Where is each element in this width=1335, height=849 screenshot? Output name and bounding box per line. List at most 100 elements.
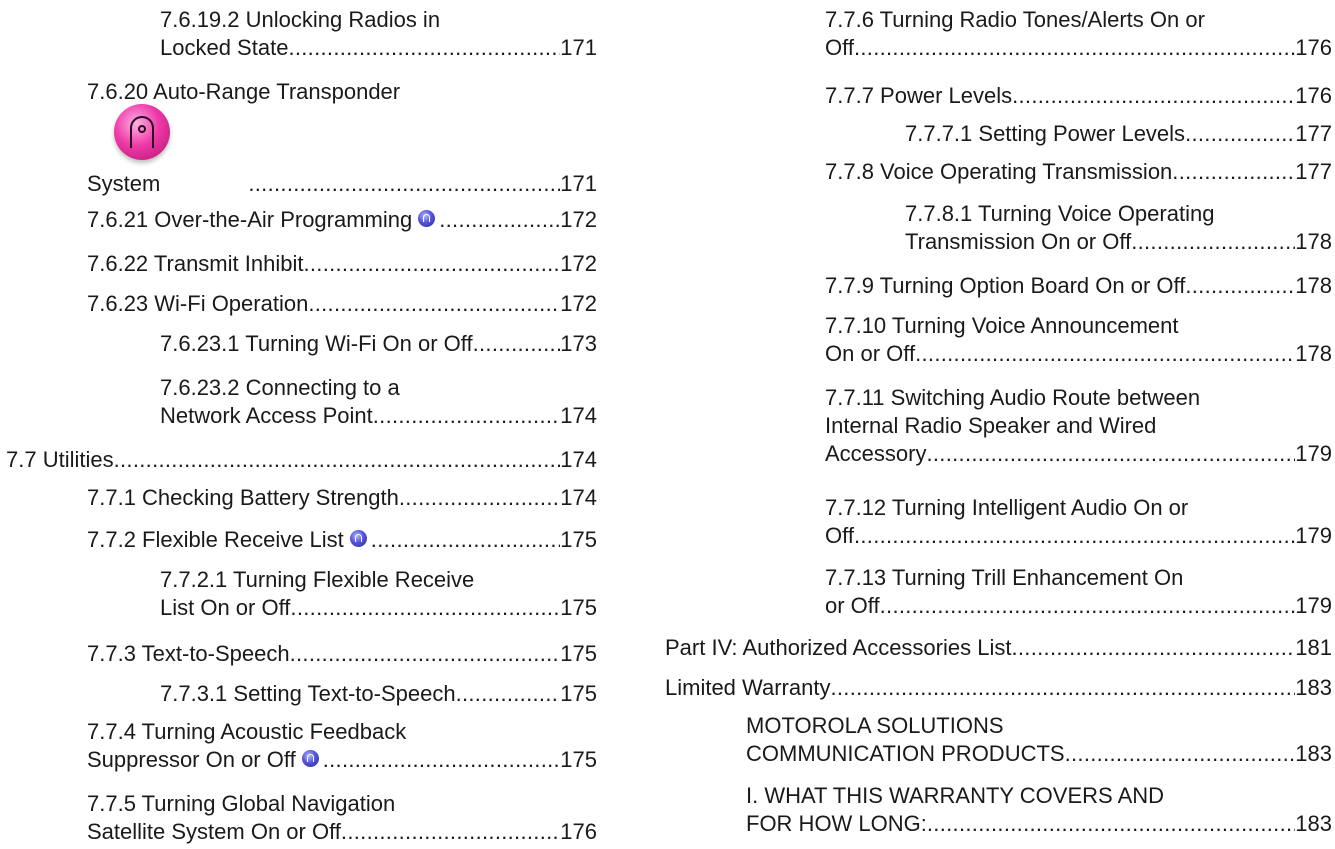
toc-entry-title: Part IV: Authorized Accessories List bbox=[665, 635, 1012, 660]
toc-entry[interactable]: I. WHAT THIS WARRANTY COVERS AND FOR HOW … bbox=[746, 782, 1332, 838]
toc-page-number[interactable]: 178 bbox=[1295, 272, 1332, 300]
toc-page-number[interactable]: 174 bbox=[560, 484, 597, 512]
toc-page-number[interactable]: 183 bbox=[1295, 740, 1332, 768]
toc-entry[interactable]: 7.7 Utilities 174 bbox=[6, 446, 597, 474]
toc-entry[interactable]: 7.7.7.1 Setting Power Levels 177 bbox=[905, 120, 1332, 148]
toc-page-number[interactable]: 175 bbox=[560, 526, 597, 554]
toc-leader-dots bbox=[248, 170, 560, 198]
toc-entry[interactable]: 7.7.10 Turning Voice Announcement On or O… bbox=[825, 312, 1332, 368]
toc-entry-last-line: Limited Warranty 183 bbox=[665, 674, 1332, 702]
toc-page-number[interactable]: 176 bbox=[560, 818, 597, 846]
toc-entry-title-line: 7.7.13 Turning Trill Enhancement On bbox=[825, 565, 1184, 590]
motorola-pink-feature-icon bbox=[114, 104, 170, 160]
toc-entry-title-line: I. WHAT THIS WARRANTY COVERS AND bbox=[746, 783, 1165, 808]
toc-leader-dots bbox=[290, 594, 560, 622]
toc-entry[interactable]: 7.7.11 Switching Audio Route between Inte… bbox=[825, 384, 1332, 468]
toc-page-number[interactable]: 179 bbox=[1295, 592, 1332, 620]
toc-leader-dots bbox=[926, 440, 1295, 468]
toc-leader-dots bbox=[927, 810, 1295, 838]
toc-page-number[interactable]: 172 bbox=[560, 206, 597, 234]
toc-entry-last-line: Part IV: Authorized Accessories List 181 bbox=[665, 634, 1332, 662]
motorola-blue-feature-icon bbox=[418, 210, 436, 227]
toc-page-number[interactable]: 177 bbox=[1295, 120, 1332, 148]
toc-leader-dots bbox=[1185, 120, 1295, 148]
toc-page-number[interactable]: 172 bbox=[560, 250, 597, 278]
toc-leader-dots bbox=[1011, 634, 1295, 662]
toc-entry[interactable]: Part IV: Authorized Accessories List 181 bbox=[665, 634, 1332, 662]
toc-page-number[interactable]: 178 bbox=[1295, 340, 1332, 368]
toc-page-number[interactable]: 176 bbox=[1295, 34, 1332, 62]
toc-entry-title-line: 7.6.23.2 Connecting to a bbox=[160, 375, 400, 400]
toc-entry[interactable]: 7.7.5 Turning Global Navigation Satellite… bbox=[87, 790, 597, 846]
toc-page-number[interactable]: 179 bbox=[1295, 522, 1332, 550]
toc-entry-last-line: 7.6.23 Wi-Fi Operation 172 bbox=[87, 290, 597, 318]
toc-entry[interactable]: 7.6.23.1 Turning Wi-Fi On or Off 173 bbox=[160, 330, 597, 358]
toc-page-number[interactable]: 177 bbox=[1295, 158, 1332, 186]
toc-entry-title: 7.7.9 Turning Option Board On or Off bbox=[825, 273, 1186, 298]
toc-page-number[interactable]: 181 bbox=[1295, 634, 1332, 662]
toc-entry[interactable]: 7.6.23.2 Connecting to a Network Access P… bbox=[160, 374, 597, 430]
toc-entry[interactable]: 7.6.21 Over-the-Air Programming 172 bbox=[87, 206, 597, 234]
toc-entry[interactable]: 7.7.8 Voice Operating Transmission 177 bbox=[825, 158, 1332, 186]
toc-entry[interactable]: 7.7.8.1 Turning Voice Operating Transmiss… bbox=[905, 200, 1332, 256]
toc-entry[interactable]: 7.7.2.1 Turning Flexible Receive List On … bbox=[160, 566, 597, 622]
toc-entry-last-line: Satellite System On or Off 176 bbox=[87, 818, 597, 846]
toc-page-number[interactable]: 183 bbox=[1295, 810, 1332, 838]
toc-entry[interactable]: 7.7.3.1 Setting Text-to-Speech 175 bbox=[160, 680, 597, 708]
toc-entry-last-line: 7.7.7.1 Setting Power Levels 177 bbox=[905, 120, 1332, 148]
toc-entry-last-line: On or Off 178 bbox=[825, 340, 1332, 368]
toc-page-number[interactable]: 179 bbox=[1295, 440, 1332, 468]
toc-entry[interactable]: 7.6.22 Transmit Inhibit 172 bbox=[87, 250, 597, 278]
toc-entry[interactable]: 7.7.13 Turning Trill Enhancement On or Of… bbox=[825, 564, 1332, 620]
toc-entry[interactable]: 7.7.9 Turning Option Board On or Off 178 bbox=[825, 272, 1332, 300]
toc-entry[interactable]: 7.7.12 Turning Intelligent Audio On or Of… bbox=[825, 494, 1332, 550]
toc-entry-title: On or Off bbox=[825, 341, 916, 366]
toc-page-number[interactable]: 174 bbox=[560, 446, 597, 474]
toc-entry-last-line: 7.6.21 Over-the-Air Programming 172 bbox=[87, 206, 597, 234]
toc-leader-dots bbox=[341, 818, 560, 846]
toc-page-number[interactable]: 173 bbox=[560, 330, 597, 358]
toc-leader-dots bbox=[303, 250, 560, 278]
toc-leader-dots bbox=[830, 674, 1295, 702]
toc-entry-title: 7.7.3 Text-to-Speech bbox=[87, 641, 290, 666]
toc-page-number[interactable]: 172 bbox=[560, 290, 597, 318]
toc-entry-title: Accessory bbox=[825, 441, 927, 466]
toc-page-number[interactable]: 183 bbox=[1295, 674, 1332, 702]
toc-page-number[interactable]: 175 bbox=[560, 594, 597, 622]
toc-entry-last-line: Transmission On or Off 178 bbox=[905, 228, 1332, 256]
toc-page-number[interactable]: 175 bbox=[560, 746, 597, 774]
toc-entry[interactable]: 7.7.3 Text-to-Speech 175 bbox=[87, 640, 597, 668]
toc-page-number[interactable]: 174 bbox=[560, 402, 597, 430]
toc-page-number[interactable]: 171 bbox=[560, 34, 597, 62]
toc-entry-title: 7.7.2 Flexible Receive List bbox=[87, 527, 344, 552]
toc-page-number[interactable]: 178 bbox=[1295, 228, 1332, 256]
toc-entry[interactable]: MOTOROLA SOLUTIONS COMMUNICATION PRODUCTS… bbox=[746, 712, 1332, 768]
toc-entry[interactable]: 7.6.19.2 Unlocking Radios in Locked State… bbox=[160, 6, 597, 62]
toc-page-number[interactable]: 176 bbox=[1295, 82, 1332, 110]
toc-leader-dots bbox=[399, 484, 560, 512]
toc-leader-dots bbox=[473, 330, 561, 358]
toc-entry-title-line: 7.7.5 Turning Global Navigation bbox=[87, 791, 396, 816]
toc-entry-title: FOR HOW LONG: bbox=[746, 811, 927, 836]
toc-entry-title: 7.6.23.1 Turning Wi-Fi On or Off bbox=[160, 331, 473, 356]
toc-entry[interactable]: 7.6.20 Auto-Range Transponder System 171 bbox=[87, 78, 597, 198]
toc-entry-title-line: Internal Radio Speaker and Wired bbox=[825, 413, 1157, 438]
toc-entry-title: List On or Off bbox=[160, 595, 291, 620]
toc-entry[interactable]: Limited Warranty 183 bbox=[665, 674, 1332, 702]
toc-page-number[interactable]: 175 bbox=[560, 680, 597, 708]
toc-entry[interactable]: 7.7.6 Turning Radio Tones/Alerts On or Of… bbox=[825, 6, 1332, 62]
toc-entry[interactable]: 7.7.7 Power Levels 176 bbox=[825, 82, 1332, 110]
toc-entry[interactable]: 7.7.4 Turning Acoustic Feedback Suppresso… bbox=[87, 718, 597, 774]
toc-entry-last-line: 7.7.2 Flexible Receive List 175 bbox=[87, 526, 597, 554]
toc-entry[interactable]: 7.7.1 Checking Battery Strength 174 bbox=[87, 484, 597, 512]
toc-entry-title-line: 7.7.4 Turning Acoustic Feedback bbox=[87, 719, 407, 744]
toc-entry-title: Satellite System On or Off bbox=[87, 819, 341, 844]
toc-entry[interactable]: 7.6.23 Wi-Fi Operation 172 bbox=[87, 290, 597, 318]
toc-leader-dots bbox=[1065, 740, 1296, 768]
toc-page-number[interactable]: 171 bbox=[560, 170, 597, 198]
toc-page-number[interactable]: 175 bbox=[560, 640, 597, 668]
toc-entry-title: Off bbox=[825, 35, 854, 60]
toc-leader-dots bbox=[1012, 82, 1295, 110]
toc-entry[interactable]: 7.7.2 Flexible Receive List 175 bbox=[87, 526, 597, 554]
toc-entry-title-line: MOTOROLA SOLUTIONS bbox=[746, 713, 1004, 738]
